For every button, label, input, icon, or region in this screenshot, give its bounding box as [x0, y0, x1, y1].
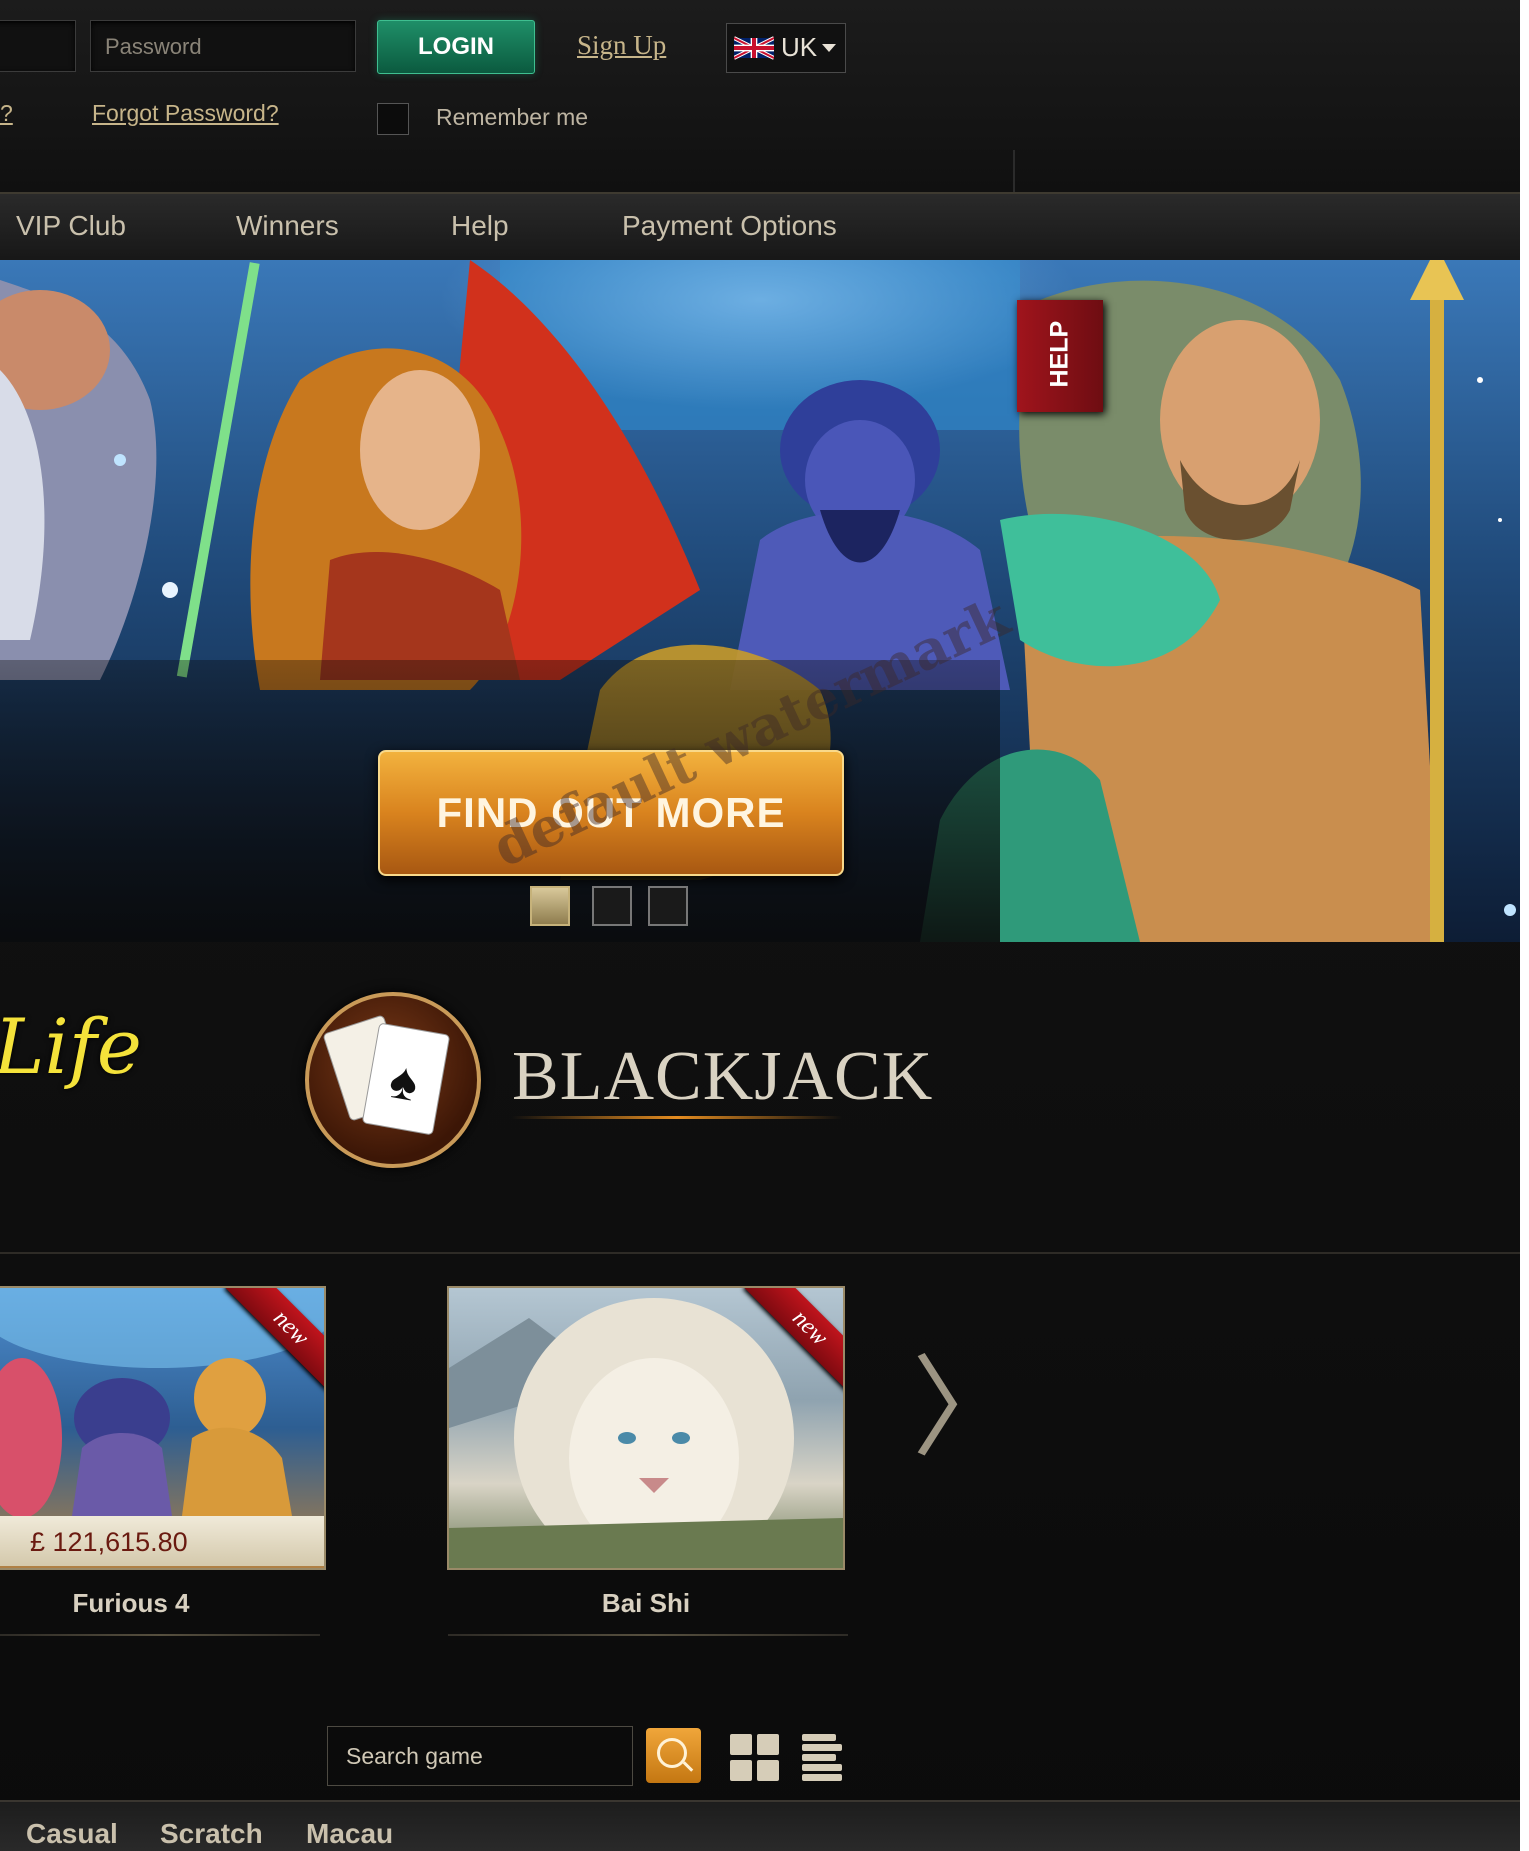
- tab-scratch[interactable]: Scratch: [160, 1818, 263, 1850]
- page-edge: [1520, 0, 1529, 1851]
- game-tile-bai-shi[interactable]: new: [447, 1286, 845, 1570]
- section-divider: [0, 1252, 1520, 1254]
- nav-item-vip-club[interactable]: VIP Club: [16, 210, 126, 242]
- forgot-username-link[interactable]: ?: [0, 100, 13, 127]
- grid-icon: [730, 1760, 752, 1781]
- language-selector[interactable]: UK: [726, 23, 846, 73]
- nav-item-help[interactable]: Help: [451, 210, 509, 242]
- slide-dot-3[interactable]: [648, 886, 688, 926]
- tab-casual[interactable]: Casual: [26, 1818, 118, 1850]
- divider: [0, 1634, 320, 1636]
- list-icon: [802, 1774, 842, 1781]
- game-title-furious-4[interactable]: Furious 4: [0, 1588, 262, 1619]
- remember-me-label: Remember me: [436, 104, 589, 130]
- category-tabs: Casual Scratch Macau: [0, 1800, 1520, 1851]
- uk-flag-icon: [734, 36, 774, 60]
- username-field[interactable]: [0, 20, 76, 72]
- divider: [448, 1634, 848, 1636]
- grid-icon: [730, 1734, 752, 1755]
- logo-underline: [512, 1116, 842, 1119]
- password-placeholder: Password: [105, 34, 202, 59]
- search-field[interactable]: [327, 1726, 633, 1786]
- game-title-bai-shi[interactable]: Bai Shi: [448, 1588, 844, 1619]
- password-field[interactable]: Password: [90, 20, 356, 72]
- grid-icon: [757, 1734, 779, 1755]
- brand-strip: Life ♠ BLACKJACK: [0, 942, 1520, 1252]
- jackpot-amount: £ 121,615.80: [30, 1527, 188, 1557]
- jackpot-bar: £ 121,615.80: [0, 1516, 324, 1566]
- login-header: Password LOGIN Sign Up UK ? Forgot Passw…: [0, 0, 1520, 192]
- help-tab[interactable]: HELP: [1017, 300, 1103, 412]
- slide-dot-2[interactable]: [592, 886, 632, 926]
- life-logo[interactable]: Life: [0, 1002, 142, 1091]
- search-button[interactable]: [646, 1728, 701, 1783]
- language-code: UK: [781, 32, 818, 62]
- help-tab-label: HELP: [1045, 320, 1074, 388]
- tab-macau[interactable]: Macau: [306, 1818, 393, 1850]
- nav-item-payment-options[interactable]: Payment Options: [622, 210, 837, 242]
- forgot-password-link[interactable]: Forgot Password?: [92, 100, 279, 127]
- game-thumbnail: [449, 1298, 843, 1568]
- blackjack-logo[interactable]: BLACKJACK: [512, 1037, 933, 1117]
- grid-view-toggle[interactable]: [730, 1734, 782, 1782]
- main-nav: VIP Club Winners Help Payment Options: [0, 192, 1520, 263]
- list-view-toggle[interactable]: [802, 1734, 844, 1782]
- casino-page: Password LOGIN Sign Up UK ? Forgot Passw…: [0, 0, 1520, 1851]
- nav-item-winners[interactable]: Winners: [236, 210, 339, 242]
- list-icon: [802, 1764, 842, 1771]
- login-button[interactable]: LOGIN: [377, 20, 535, 74]
- list-icon: [802, 1744, 842, 1751]
- carousel-next-arrow[interactable]: 〉: [912, 1318, 1022, 1478]
- slide-dot-1[interactable]: [530, 886, 570, 926]
- chevron-down-icon: [822, 44, 836, 52]
- list-icon: [802, 1734, 836, 1741]
- game-tile-furious-4[interactable]: new £ 121,615.80: [0, 1286, 326, 1570]
- remember-me-checkbox[interactable]: [377, 103, 409, 135]
- search-icon: [657, 1738, 687, 1768]
- signup-link[interactable]: Sign Up: [577, 30, 666, 61]
- hero-banner: FIND OUT MORE: [0, 260, 1520, 942]
- search-input[interactable]: [328, 1727, 628, 1785]
- list-icon: [802, 1754, 836, 1761]
- grid-icon: [757, 1760, 779, 1781]
